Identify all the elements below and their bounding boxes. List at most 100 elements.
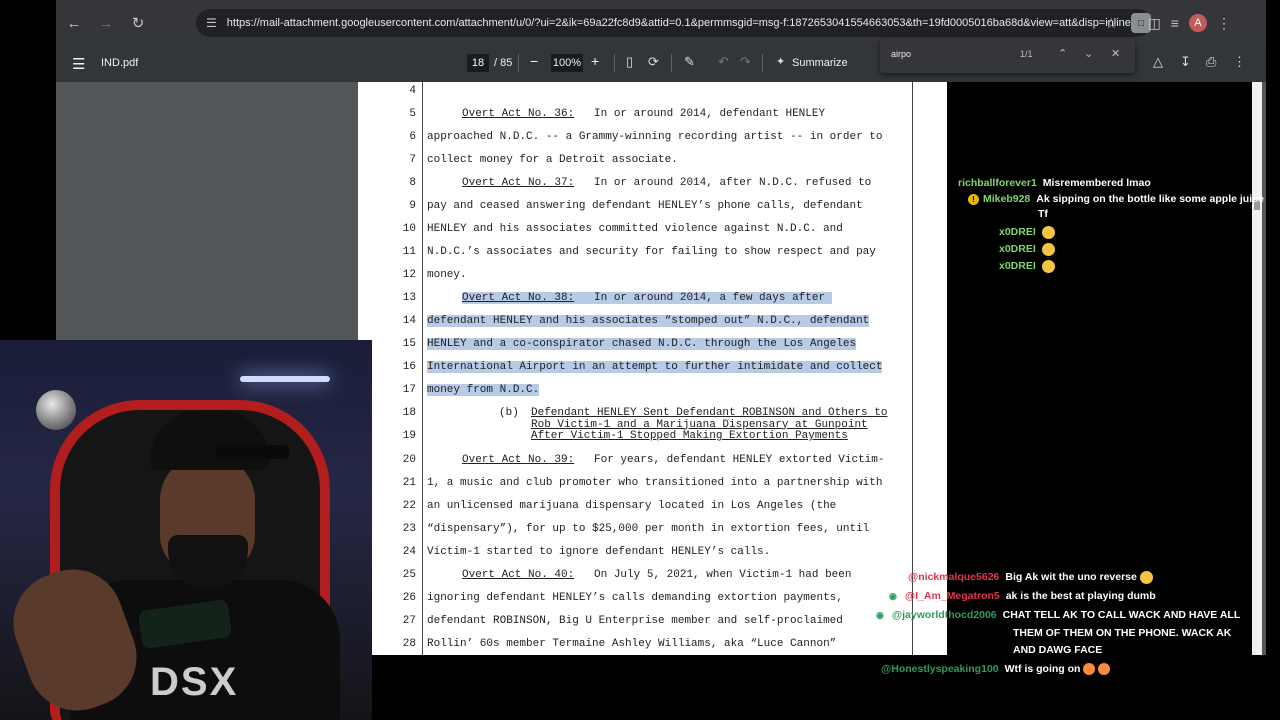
rotate-icon[interactable]: ⟳ [648, 54, 659, 70]
act-label: Overt Act No. 37: [462, 177, 575, 189]
line-number: 20 [402, 454, 416, 466]
sidebar-menu-icon[interactable]: ☰ [72, 55, 85, 73]
line-number: 5 [409, 108, 416, 120]
line-number: 25 [402, 569, 416, 581]
chat-text: CHAT TELL AK TO CALL WACK AND HAVE ALL [1002, 609, 1241, 621]
chat-text: Wtf is going on [1004, 663, 1081, 675]
act-label: Overt Act No. 39: [462, 454, 575, 466]
toolbar-divider [614, 54, 615, 72]
chat-message: x0DREI [999, 259, 1055, 274]
line-number: 24 [402, 546, 416, 558]
reload-icon[interactable]: ↻ [124, 9, 152, 37]
screen: ← → ↻ ☰ https://mail-attachment.googleus… [0, 0, 1280, 720]
zoom-input[interactable]: 100% [551, 54, 583, 72]
find-previous-icon[interactable]: ⌃ [1058, 47, 1067, 60]
line-number: 14 [402, 315, 416, 327]
find-count: 1/1 [1020, 49, 1033, 59]
line-text: Overt Act No. 36: In or around 2014, def… [462, 108, 947, 120]
line-number: 16 [402, 361, 416, 373]
line-text-highlighted[interactable]: Overt Act No. 38: In or around 2014, a f… [462, 292, 947, 304]
scrollbar[interactable] [1252, 82, 1262, 655]
browser-menu-icon[interactable]: ⋮ [1217, 15, 1231, 32]
profile-avatar[interactable]: A [1188, 14, 1207, 32]
more-options-icon[interactable]: ⋮ [1233, 54, 1246, 70]
line-number: 9 [409, 200, 416, 212]
toolbar-divider [762, 54, 763, 72]
chat-message-continued: AND DAWG FACE [1013, 644, 1103, 656]
chat-username: x0DREI [999, 243, 1036, 255]
chat-message: x0DREI [999, 242, 1055, 257]
chat-message: @Honestlyspeaking100 Wtf is going on [881, 662, 1111, 677]
line-text: N.D.C.’s associates and security for fai… [427, 246, 876, 258]
reading-list-icon[interactable]: ≡ [1171, 15, 1179, 31]
forward-icon[interactable]: → [92, 9, 120, 37]
chat-username: @I_Am_Megatron5 [904, 590, 1000, 602]
summarize-button[interactable]: Summarize [792, 57, 848, 69]
extensions-icon[interactable]: ◫ [1148, 15, 1161, 32]
line-number: 22 [402, 500, 416, 512]
print-icon[interactable]: ⎙ [1206, 54, 1216, 70]
act-text: In or around 2014, defendant HENLEY [594, 108, 826, 120]
act-label: Overt Act No. 36: [462, 108, 575, 120]
jersey-lettering: DSX [150, 660, 239, 704]
emote-icon [1041, 242, 1055, 256]
emote-icon [1083, 663, 1096, 676]
badge-icon: ! [968, 194, 979, 205]
act-label: Overt Act No. 38: [462, 292, 575, 304]
chat-message: ◉ @jayworldthocd2006 CHAT TELL AK TO CALL … [876, 608, 1240, 623]
chat-username: @nickmalque5626 [908, 571, 1000, 583]
pdf-page: 4 5 Overt Act No. 36: In or around 2014,… [358, 82, 947, 655]
zoom-out-icon[interactable]: − [530, 53, 538, 69]
find-next-icon[interactable]: ⌄ [1084, 47, 1093, 60]
emote-icon [1041, 225, 1055, 239]
line-number: 19 [402, 430, 416, 442]
redo-icon[interactable]: ↷ [740, 54, 751, 70]
download-icon[interactable]: ↧ [1180, 54, 1191, 70]
add-drive-icon[interactable]: △ [1153, 54, 1163, 70]
line-text-highlighted[interactable]: International Airport in an attempt to f… [427, 361, 917, 373]
fit-page-icon[interactable]: ▯ [626, 54, 633, 70]
undo-icon[interactable]: ↶ [718, 54, 729, 70]
cap-brim [215, 445, 290, 459]
line-number: 6 [409, 131, 416, 143]
chat-text: Ak sipping on the bottle like some apple… [1036, 193, 1264, 205]
selected-text: HENLEY and a co-conspirator chased N.D.C… [427, 338, 857, 350]
address-bar[interactable]: ☰ https://mail-attachment.googleusercont… [196, 9, 1151, 37]
find-input[interactable]: airpo [891, 49, 911, 59]
emote-icon [1139, 570, 1153, 584]
line-text: defendant ROBINSON, Big U Enterprise mem… [427, 615, 843, 627]
line-text-highlighted[interactable]: money from N.D.C. [427, 384, 917, 396]
line-text-highlighted[interactable]: HENLEY and a co-conspirator chased N.D.C… [427, 338, 917, 350]
site-info-icon[interactable]: ☰ [206, 16, 217, 30]
selected-text: money from N.D.C. [427, 384, 540, 396]
line-number: 11 [402, 246, 416, 258]
sparkle-icon[interactable]: ✦ [776, 55, 785, 68]
chat-username: x0DREI [999, 226, 1036, 238]
line-number: 26 [402, 592, 416, 604]
url-text[interactable]: https://mail-attachment.googleuserconten… [227, 17, 1137, 29]
line-text: Overt Act No. 37: In or around 2014, aft… [462, 177, 947, 189]
annotate-icon[interactable]: ✎ [684, 54, 695, 70]
chat-text: ak is the best at playing dumb [1005, 590, 1156, 602]
zoom-in-icon[interactable]: + [591, 53, 599, 69]
line-text: collect money for a Detroit associate. [427, 154, 678, 166]
toolbar-divider [518, 54, 519, 72]
page-number-input[interactable]: 18 [467, 54, 489, 72]
find-close-icon[interactable]: ✕ [1111, 47, 1120, 60]
chat-message: x0DREI [999, 225, 1055, 240]
emote-icon [1098, 663, 1111, 676]
back-icon[interactable]: ← [60, 9, 88, 37]
line-number: 23 [402, 523, 416, 535]
bookmark-star-icon[interactable]: ☆ [1105, 15, 1118, 32]
line-number: 21 [402, 477, 416, 489]
selected-text: defendant HENLEY and his associates “sto… [427, 315, 870, 327]
ceiling-light [240, 376, 330, 382]
line-number: 8 [409, 177, 416, 189]
chat-message-continued: THEM OF THEM ON THE PHONE. WACK AK [1013, 627, 1232, 639]
act-text: On July 5, 2021, when Victim-1 had been [594, 569, 852, 581]
chat-username: @Honestlyspeaking100 [881, 663, 999, 675]
line-text-highlighted[interactable]: defendant HENLEY and his associates “sto… [427, 315, 917, 327]
act-text: In or around 2014, a few days after [594, 292, 826, 304]
line-number: 15 [402, 338, 416, 350]
selected-text: Overt Act No. 38: In or around 2014, a f… [462, 292, 832, 304]
